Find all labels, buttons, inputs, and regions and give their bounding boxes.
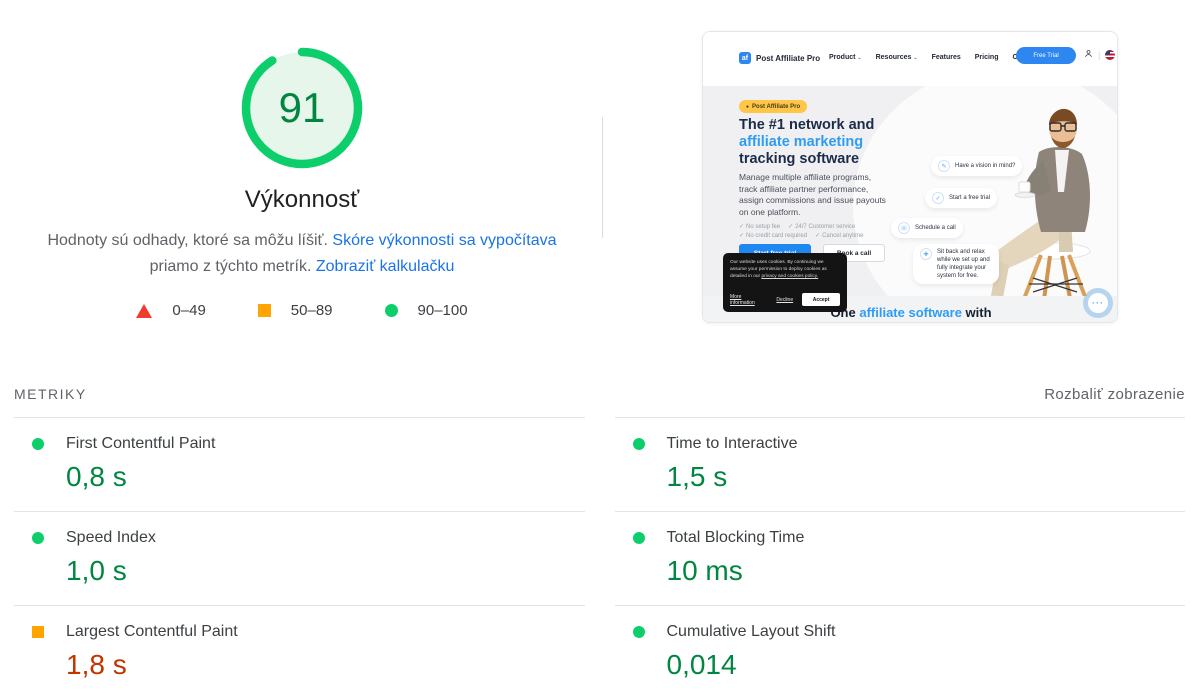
metric-label: First Contentful Paint — [66, 435, 215, 453]
metric-label: Time to Interactive — [667, 435, 798, 453]
metrics-grid: First Contentful Paint 0,8 s Speed Index… — [14, 417, 1185, 694]
performance-summary: 91 Výkonnosť Hodnoty sú odhady, ktoré sa… — [0, 0, 604, 319]
header-icons: | ⌄ — [1084, 49, 1118, 60]
chevron-down-icon: ⌄ — [913, 55, 917, 61]
plus-icon: ✚ — [920, 248, 932, 260]
show-calculator-link[interactable]: Zobraziť kalkulačku — [316, 258, 455, 275]
badge-icon: ● — [746, 104, 749, 110]
nav-resources: Resources ⌄ — [876, 54, 918, 61]
metric-label: Largest Contentful Paint — [66, 623, 238, 641]
metrics-column-left: First Contentful Paint 0,8 s Speed Index… — [14, 417, 585, 694]
screenshot-nav: Product ⌄ Resources ⌄ Features Pricing C… — [829, 54, 1025, 61]
metric-speed-index: Speed Index 1,0 s — [14, 511, 585, 605]
cookie-policy-link: privacy and cookies policy. — [761, 274, 818, 279]
hero-heading-line3: tracking software — [739, 151, 874, 168]
legend-average: 50–89 — [258, 302, 333, 319]
vertical-divider — [602, 117, 603, 238]
chevron-down-icon: ⌄ — [857, 55, 861, 61]
expand-view-toggle[interactable]: Rozbaliť zobrazenie — [1044, 386, 1185, 403]
metric-total-blocking-time: Total Blocking Time 10 ms — [615, 511, 1186, 605]
hero-paragraph: Manage multiple affiliate programs, trac… — [739, 172, 891, 218]
chat-bubble-vision: ✎ Have a vision in mind? — [931, 156, 1022, 176]
metric-time-to-interactive: Time to Interactive 1,5 s — [615, 417, 1186, 511]
hero-heading-line1: The #1 network and — [739, 117, 874, 134]
checklist-row2: ✓No credit card required✓Cancel anytime — [739, 232, 863, 241]
score-description: Hodnoty sú odhady, ktoré sa môžu líšiť. … — [40, 228, 564, 280]
metric-first-contentful-paint: First Contentful Paint 0,8 s — [14, 417, 585, 511]
hero-heading-line2: affiliate marketing — [739, 134, 874, 151]
page-screenshot-thumbnail: af Post Affiliate Pro Product ⌄ Resource… — [702, 31, 1118, 323]
hero-checklist: ✓No setup fee✓24/7 Customer service ✓No … — [739, 223, 863, 241]
metric-label: Speed Index — [66, 529, 156, 547]
hero-badge: ● Post Affiliate Pro — [739, 100, 807, 113]
metric-value: 1,5 s — [667, 461, 1186, 493]
pencil-icon: ✎ — [938, 160, 950, 172]
metric-status-icon — [633, 532, 645, 544]
good-circle-icon — [385, 304, 398, 317]
legend-good: 90–100 — [385, 302, 468, 319]
legend-fail: 0–49 — [136, 302, 205, 319]
desc-text-1: Hodnoty sú odhady, ktoré sa môžu líšiť. — [47, 232, 332, 249]
us-flag-icon — [1105, 50, 1115, 60]
metric-value: 1,0 s — [66, 555, 585, 587]
cookie-actions: More information Decline Accept — [730, 293, 840, 306]
performance-score: 91 — [238, 44, 366, 172]
metric-status-icon — [32, 438, 44, 450]
metric-value: 1,8 s — [66, 649, 585, 681]
cookie-banner: Our website uses cookies. By continuing … — [723, 253, 847, 312]
metrics-header: METRIKY Rozbaliť zobrazenie — [14, 386, 1185, 417]
check-icon: ✓ — [932, 192, 944, 204]
desc-text-2: priamo z týchto metrík. — [150, 258, 316, 275]
nav-product: Product ⌄ — [829, 54, 862, 61]
screenshot-site-header: af Post Affiliate Pro Product ⌄ Resource… — [703, 32, 1117, 86]
account-icon — [1084, 49, 1093, 60]
metrics-section-title: METRIKY — [14, 386, 87, 402]
nav-features: Features — [932, 54, 961, 61]
metrics-section: METRIKY Rozbaliť zobrazenie First Conten… — [0, 386, 1199, 694]
metrics-column-right: Time to Interactive 1,5 s Total Blocking… — [615, 417, 1186, 694]
category-title: Výkonnosť — [0, 186, 604, 214]
header-separator: | — [1098, 50, 1100, 60]
metric-largest-contentful-paint: Largest Contentful Paint 1,8 s — [14, 605, 585, 694]
badge-label: Post Affiliate Pro — [752, 104, 800, 110]
cookie-accept-button: Accept — [802, 293, 840, 306]
free-trial-button: Free Trial — [1016, 47, 1076, 64]
cookie-more-link: More information — [730, 294, 767, 306]
cookie-text: Our website uses cookies. By continuing … — [730, 259, 840, 280]
cookie-decline-link: Decline — [776, 297, 793, 303]
metric-status-icon — [32, 532, 44, 544]
score-legend: 0–49 50–89 90–100 — [0, 302, 604, 319]
phone-icon: ☏ — [898, 222, 910, 234]
legend-average-range: 50–89 — [291, 302, 333, 319]
metric-cumulative-layout-shift: Cumulative Layout Shift 0,014 — [615, 605, 1186, 694]
logo-text: Post Affiliate Pro — [756, 54, 820, 63]
metric-label: Cumulative Layout Shift — [667, 623, 836, 641]
nav-pricing: Pricing — [975, 54, 999, 61]
metric-value: 0,8 s — [66, 461, 585, 493]
performance-gauge: 91 — [238, 44, 366, 172]
average-square-icon — [258, 304, 271, 317]
chat-bubble-relax: ✚ Sit back and relax while we set up and… — [913, 244, 999, 284]
chat-bubble-call: ☏ Schedule a call — [891, 218, 963, 238]
chat-bubble-trial: ✓ Start a free trial — [925, 188, 997, 208]
legend-fail-range: 0–49 — [172, 302, 205, 319]
report-summary-section: 91 Výkonnosť Hodnoty sú odhady, ktoré sa… — [0, 0, 1199, 356]
logo-icon: af — [739, 52, 751, 64]
hero-heading: The #1 network and affiliate marketing t… — [739, 117, 874, 168]
checklist-row1: ✓No setup fee✓24/7 Customer service — [739, 223, 863, 232]
metric-value: 10 ms — [667, 555, 1186, 587]
score-calc-link[interactable]: Skóre výkonnosti sa vypočítava — [332, 232, 556, 249]
metric-status-icon — [633, 438, 645, 450]
metric-value: 0,014 — [667, 649, 1186, 681]
metric-status-icon — [633, 626, 645, 638]
legend-good-range: 90–100 — [418, 302, 468, 319]
screenshot-logo: af Post Affiliate Pro — [739, 52, 820, 64]
metric-label: Total Blocking Time — [667, 529, 805, 547]
metric-status-icon — [32, 626, 44, 638]
fail-triangle-icon — [136, 304, 152, 318]
